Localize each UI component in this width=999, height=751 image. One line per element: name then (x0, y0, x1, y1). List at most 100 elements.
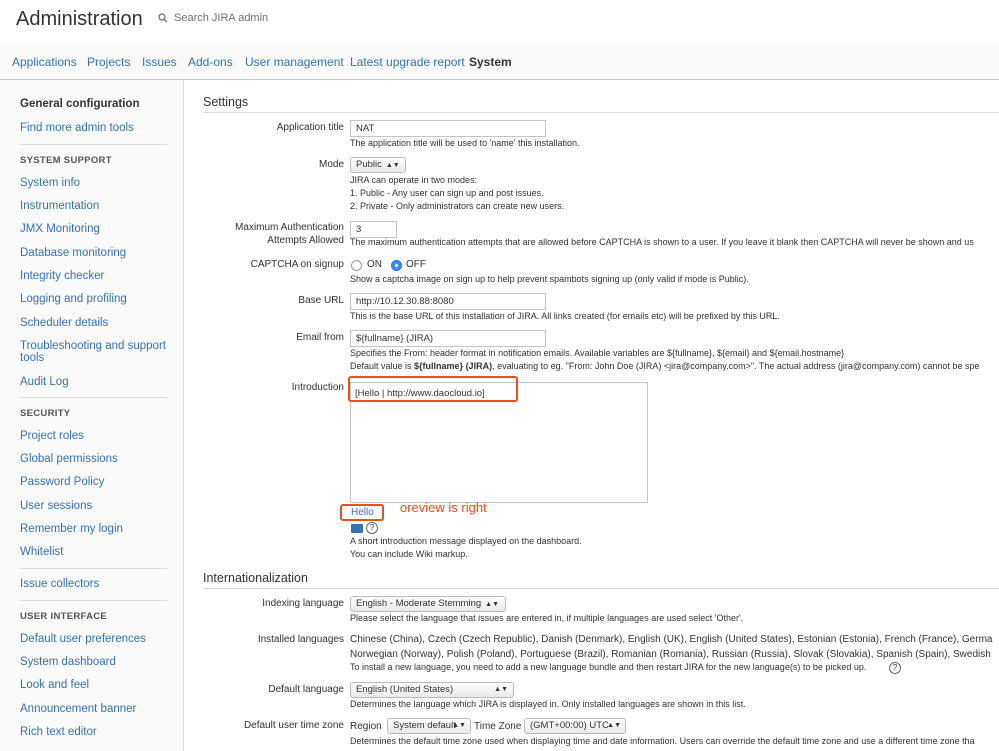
introduction-label: Introduction (291, 382, 344, 393)
tab-applications[interactable]: Applications (12, 55, 77, 69)
sidebar-item-rich-text-editor[interactable]: Rich text editor (20, 726, 97, 738)
sidebar-item-audit-log[interactable]: Audit Log (20, 376, 69, 388)
base-url-input[interactable] (350, 293, 546, 310)
email-from-label: Email from (296, 332, 344, 343)
email-from-input[interactable] (350, 330, 546, 347)
indexing-language-desc: Please select the language that issues a… (350, 613, 744, 623)
sidebar: General configuration Find more admin to… (0, 80, 184, 751)
admin-search[interactable]: Search JIRA admin (158, 12, 268, 24)
tab-add-ons[interactable]: Add-ons (188, 55, 233, 69)
sidebar-item-logging-and-profiling[interactable]: Logging and profiling (20, 293, 127, 305)
help-icon[interactable]: ? (366, 522, 378, 534)
intro-desc-1: A short introduction message displayed o… (350, 536, 582, 546)
sidebar-item-jmx-monitoring[interactable]: JMX Monitoring (20, 223, 100, 235)
sidebar-divider (20, 144, 167, 145)
region-select[interactable]: System default ▲▼ (387, 718, 471, 734)
sidebar-item-system-dashboard[interactable]: System dashboard (20, 656, 116, 668)
captcha-label: CAPTCHA on signup (250, 259, 344, 270)
tab-system[interactable]: System (469, 55, 512, 69)
sidebar-item-scheduler-details[interactable]: Scheduler details (20, 317, 108, 329)
app-title-label: Application title (276, 122, 344, 133)
sidebar-heading-user-interface: USER INTERFACE (20, 611, 108, 622)
max-auth-desc: The maximum authentication attempts that… (350, 237, 974, 247)
mode-desc-2: 1. Public - Any user can sign up and pos… (350, 188, 544, 198)
time-zone-label: Default user time zone (243, 720, 344, 731)
captcha-on-label: ON (367, 259, 382, 270)
mode-desc-3: 2. Private - Only administrators can cre… (350, 201, 565, 211)
time-zone-value: (GMT+00:00) UTC (530, 720, 609, 731)
time-zone-select[interactable]: (GMT+00:00) UTC ▲▼ (524, 718, 626, 734)
main-content: Settings Application title The applicati… (184, 80, 999, 751)
chevron-updown-icon: ▲▼ (607, 722, 621, 729)
help-icon[interactable]: ? (889, 662, 901, 674)
default-language-select[interactable]: English (United States) ▲▼ (350, 682, 514, 698)
sidebar-item-project-roles[interactable]: Project roles (20, 430, 84, 442)
page-title: Administration (16, 8, 143, 30)
sidebar-item-password-policy[interactable]: Password Policy (20, 476, 104, 488)
i18n-heading: Internationalization (203, 571, 308, 585)
app-title-input[interactable] (350, 120, 546, 137)
sidebar-item-troubleshooting[interactable]: Troubleshooting and support (20, 340, 166, 352)
search-placeholder[interactable]: Search JIRA admin (174, 12, 268, 24)
sidebar-item-issue-collectors[interactable]: Issue collectors (20, 578, 99, 590)
search-icon (158, 13, 168, 23)
default-language-label: Default language (268, 684, 344, 695)
sidebar-heading-security: SECURITY (20, 408, 71, 419)
indexing-language-select[interactable]: English - Moderate Stemming ▲▼ (350, 596, 506, 612)
header: Administration Search JIRA admin (0, 0, 999, 44)
sidebar-item-whitelist[interactable]: Whitelist (20, 546, 63, 558)
sidebar-item-integrity-checker[interactable]: Integrity checker (20, 270, 104, 282)
sidebar-item-general-configuration[interactable]: General configuration (20, 98, 140, 110)
intro-desc-2: You can include Wiki markup. (350, 549, 468, 559)
max-auth-label: Maximum Authentication (235, 222, 344, 233)
chevron-updown-icon: ▲▼ (452, 722, 466, 729)
tz-sub-label: Time Zone (474, 721, 522, 732)
sidebar-item-database-monitoring[interactable]: Database monitoring (20, 247, 126, 259)
settings-heading: Settings (203, 95, 249, 109)
default-language-desc: Determines the language which JIRA is di… (350, 699, 746, 709)
app-title-desc: The application title will be used to 'n… (350, 138, 580, 148)
email-from-default-desc: Default value is ${fullname} (JIRA), eva… (350, 360, 979, 373)
sidebar-divider (20, 600, 167, 601)
sidebar-item-troubleshooting-tools[interactable]: tools (20, 352, 44, 364)
sidebar-item-look-and-feel[interactable]: Look and feel (20, 679, 89, 691)
captcha-off-radio[interactable] (391, 260, 402, 271)
captcha-on-radio[interactable] (351, 260, 362, 271)
wiki-markup-icon[interactable] (351, 524, 363, 533)
sidebar-item-default-user-preferences[interactable]: Default user preferences (20, 633, 146, 645)
tab-issues[interactable]: Issues (142, 55, 177, 69)
tab-latest-upgrade-report[interactable]: Latest upgrade report (350, 55, 465, 69)
installed-languages-desc: To install a new language, you need to a… (350, 662, 867, 672)
sidebar-item-find-more-admin-tools[interactable]: Find more admin tools (20, 122, 134, 134)
mode-value: Public (356, 159, 382, 170)
time-zone-desc: Determines the default time zone used wh… (350, 736, 975, 746)
sidebar-item-instrumentation[interactable]: Instrumentation (20, 200, 99, 212)
sidebar-heading-system-support: SYSTEM SUPPORT (20, 155, 112, 166)
admin-nav: Applications Projects Issues Add-ons Use… (0, 44, 999, 80)
mode-select[interactable]: Public ▲▼ (350, 157, 406, 173)
base-url-label: Base URL (298, 295, 344, 306)
sidebar-item-announcement-banner[interactable]: Announcement banner (20, 703, 136, 715)
email-from-default-value: ${fullname} (JIRA) (414, 361, 493, 371)
email-from-default-suffix: , evaluating to eg. "From: John Doe (JIR… (492, 361, 980, 371)
annotation-text: oreview is right (400, 500, 487, 515)
installed-languages-line-2: Norwegian (Norway), Polish (Poland), Por… (350, 649, 991, 660)
region-value: System default (393, 720, 456, 731)
tab-projects[interactable]: Projects (87, 55, 130, 69)
email-from-desc: Specifies the From: header format in not… (350, 348, 845, 358)
installed-languages-label: Installed languages (257, 634, 344, 645)
sidebar-item-system-info[interactable]: System info (20, 177, 80, 189)
indexing-language-value: English - Moderate Stemming (356, 598, 482, 609)
email-from-default-prefix: Default value is (350, 361, 415, 371)
mode-label: Mode (318, 159, 344, 170)
sidebar-item-user-sessions[interactable]: User sessions (20, 500, 92, 512)
tab-user-management[interactable]: User management (245, 55, 344, 69)
section-divider (203, 588, 999, 589)
sidebar-item-global-permissions[interactable]: Global permissions (20, 453, 118, 465)
sidebar-item-remember-my-login[interactable]: Remember my login (20, 523, 123, 535)
indexing-language-label: Indexing language (262, 598, 344, 609)
chevron-updown-icon: ▲▼ (494, 686, 508, 693)
sidebar-divider (20, 397, 167, 398)
max-auth-label-2: Attempts Allowed (267, 235, 344, 246)
installed-languages-line-1: Chinese (China), Czech (Czech Republic),… (350, 634, 993, 645)
